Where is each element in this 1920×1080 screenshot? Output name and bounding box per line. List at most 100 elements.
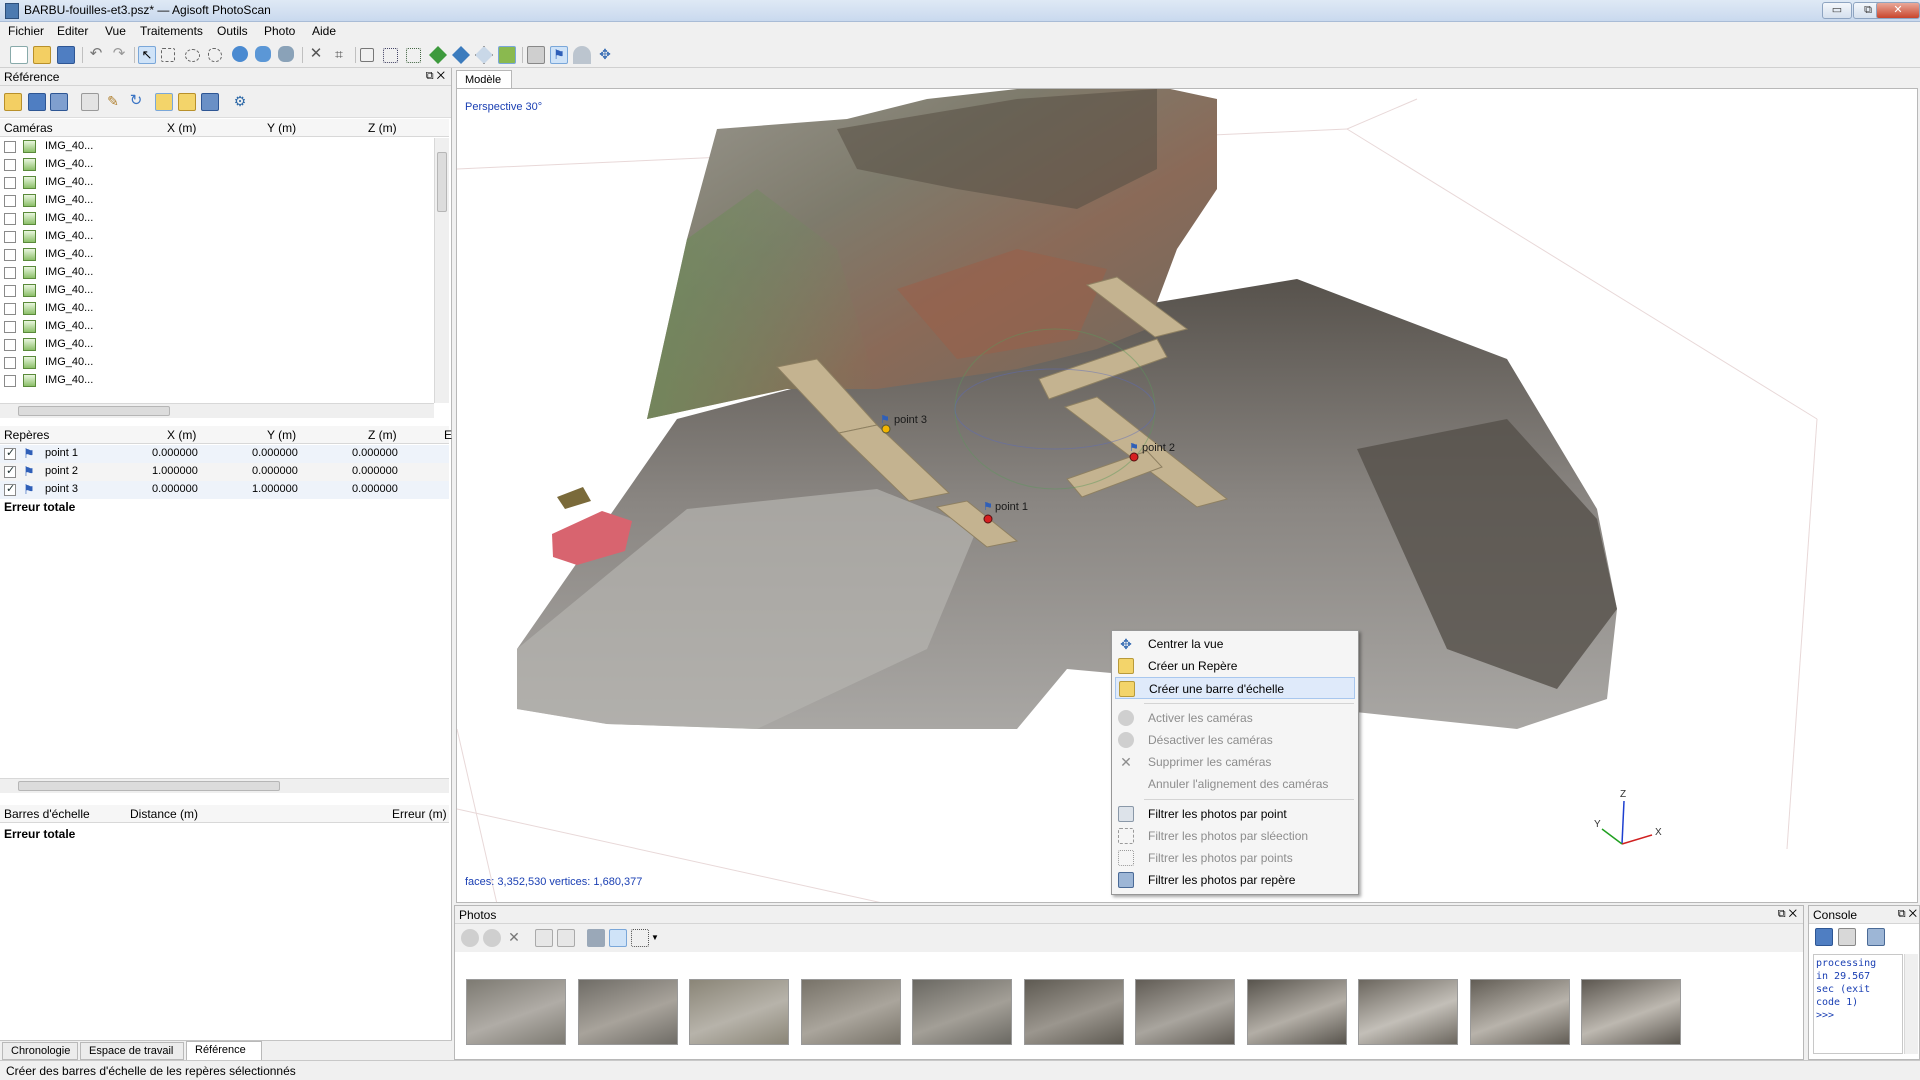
console-vscroll[interactable] [1904,954,1918,1054]
camera-row[interactable]: IMG_40... [0,138,434,156]
rect-select-icon[interactable] [161,48,175,62]
marker-x[interactable]: 1.000000 [152,465,198,477]
camera-row[interactable]: IMG_40... [0,228,434,246]
markers-col-y[interactable]: Y (m) [267,428,296,442]
reset-view-icon[interactable]: ✥ [596,46,614,64]
markers-col-name[interactable]: Repères [4,428,49,442]
camera-checkbox[interactable] [4,249,16,261]
camera-checkbox[interactable] [4,285,16,297]
cameras-vscroll-thumb[interactable] [437,152,447,212]
show-region-icon[interactable] [573,46,591,64]
cameras-col-name[interactable]: Caméras [4,121,53,135]
markers-hscroll-thumb[interactable] [18,781,280,791]
camera-checkbox[interactable] [4,357,16,369]
export-markers-icon[interactable] [50,93,68,111]
scalebars-col-distance[interactable]: Distance (m) [130,807,198,821]
photo-thumbnail[interactable] [689,979,789,1045]
camera-row[interactable]: IMG_40... [0,318,434,336]
rotate-region-icon[interactable] [255,46,271,62]
solid-model-icon[interactable] [429,46,447,64]
scalebars-col-error[interactable]: Erreur (m) [392,807,447,821]
camera-checkbox[interactable] [4,213,16,225]
marker-x[interactable]: 0.000000 [152,447,198,459]
menu-vue[interactable]: Vue [99,24,132,38]
camera-row[interactable]: IMG_40... [0,264,434,282]
tab-model[interactable]: Modèle [456,70,512,89]
menu-item-reset-alignment[interactable]: Annuler l'alignement des caméras [1115,773,1355,795]
view-errors-icon[interactable] [201,93,219,111]
marker-row[interactable]: ⚑ point 1 0.000000 0.000000 0.000000 [0,445,449,463]
camera-row[interactable]: IMG_40... [0,210,434,228]
marker-x[interactable]: 0.000000 [152,483,198,495]
camera-checkbox[interactable] [4,231,16,243]
menu-outils[interactable]: Outils [211,24,254,38]
grid-small-icon[interactable] [360,48,374,62]
marker-row[interactable]: ⚑ point 2 1.000000 0.000000 0.000000 [0,463,449,481]
marker-checkbox[interactable] [4,464,16,478]
menu-aide[interactable]: Aide [306,24,342,38]
photo-thumbnail[interactable] [1246,979,1347,1045]
run-script-icon[interactable] [1867,928,1885,946]
photo-thumbnail[interactable] [1469,979,1570,1045]
wireframe-model-icon[interactable] [475,46,493,64]
photo-thumbnail[interactable] [1023,979,1124,1045]
camera-checkbox[interactable] [4,195,16,207]
camera-row[interactable]: IMG_40... [0,282,434,300]
navigation-icon[interactable]: ↖ [138,46,156,64]
export-icon[interactable] [28,93,46,111]
open-folder-icon[interactable] [33,46,51,64]
menu-item-center-view[interactable]: ✥ Centrer la vue [1115,633,1355,655]
camera-checkbox[interactable] [4,321,16,333]
camera-row[interactable]: IMG_40... [0,354,434,372]
camera-row[interactable]: IMG_40... [0,174,434,192]
delete-selection-icon[interactable]: ✕ [307,46,325,64]
dock-buttons[interactable]: ⧉ ✕ [426,70,445,83]
menu-photo[interactable]: Photo [258,24,301,38]
save-log-icon[interactable] [1815,928,1833,946]
cameras-hscroll[interactable] [0,403,434,418]
reference-settings-icon[interactable]: ⚙ [231,93,249,111]
undo-icon[interactable]: ↶ [87,46,105,64]
tab-chronologie[interactable]: Chronologie [2,1042,78,1060]
tab-reference[interactable]: Référence [186,1041,262,1061]
camera-row[interactable]: IMG_40... [0,192,434,210]
marker-z[interactable]: 0.000000 [352,465,398,477]
menu-item-create-scalebar[interactable]: Créer une barre d'échelle [1115,677,1355,699]
marker-y[interactable]: 0.000000 [252,465,298,477]
menu-item-create-marker[interactable]: Créer un Repère [1115,655,1355,677]
menu-item-disable-cameras[interactable]: Désactiver les caméras [1115,729,1355,751]
menu-fichier[interactable]: Fichier [2,24,50,38]
new-file-icon[interactable] [10,46,28,64]
resize-region-icon[interactable] [232,46,248,62]
scalebars-col-name[interactable]: Barres d'échelle [4,807,90,821]
ellipse-select-icon[interactable] [185,49,200,62]
marker-checkbox[interactable] [4,446,16,460]
camera-row[interactable]: IMG_40... [0,156,434,174]
minimize-button[interactable]: ▭ [1822,2,1852,19]
camera-row[interactable]: IMG_40... [0,336,434,354]
close-button[interactable]: ✕ [1876,2,1920,19]
table-icon[interactable] [81,93,99,111]
cameras-vscroll[interactable] [434,138,449,403]
marker-z[interactable]: 0.000000 [352,447,398,459]
camera-row[interactable]: IMG_40... [0,246,434,264]
cameras-col-y[interactable]: Y (m) [267,121,296,135]
view-source-icon[interactable] [155,93,173,111]
camera-checkbox[interactable] [4,339,16,351]
marker-y[interactable]: 0.000000 [252,447,298,459]
grid-points-icon[interactable] [383,48,398,63]
camera-checkbox[interactable] [4,177,16,189]
marker-checkbox[interactable] [4,482,16,496]
camera-checkbox[interactable] [4,375,16,387]
free-select-icon[interactable] [208,48,222,62]
photo-thumbnail[interactable] [577,979,678,1045]
markers-hscroll[interactable] [0,778,449,793]
camera-row[interactable]: IMG_40... [0,372,434,390]
settings-wand-icon[interactable]: ✎ [104,93,122,111]
photo-thumbnail[interactable] [1135,979,1235,1045]
marker-row[interactable]: ⚑ point 3 0.000000 1.000000 0.000000 [0,481,449,499]
console-output[interactable]: processing in 29.567 sec (exit code 1) >… [1813,954,1903,1054]
dense-cloud-icon[interactable] [406,48,421,63]
dock-buttons[interactable]: ⧉ ✕ [1898,908,1917,921]
menu-item-delete-cameras[interactable]: ✕ Supprimer les caméras [1115,751,1355,773]
